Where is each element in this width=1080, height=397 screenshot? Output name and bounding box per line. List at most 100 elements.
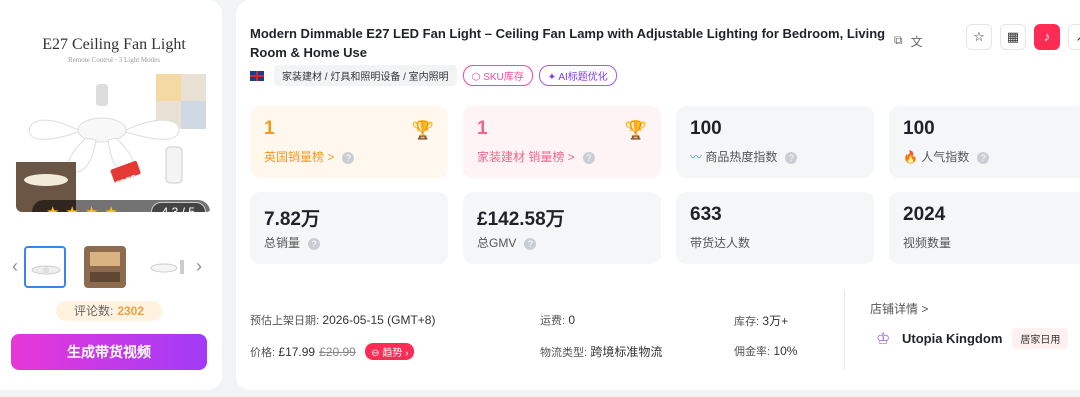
stat-label-row: 〰 商品热度指数? (690, 148, 798, 165)
stat-label-row: 英国销量榜 >? (264, 148, 355, 165)
uk-flag-icon (250, 70, 264, 81)
help-icon[interactable]: ? (977, 151, 990, 164)
stat-uk-sales-rank[interactable]: 1 英国销量榜 >? 🏆 (250, 106, 448, 178)
thumbnail-1[interactable] (24, 246, 66, 288)
stat-label-row: 总销量? (264, 234, 321, 251)
stat-label: 总GMV (477, 236, 517, 250)
stat-label: 商品热度指数 (705, 150, 778, 164)
review-count-label: 评论数: (73, 304, 114, 318)
stat-label: 人气指数 (921, 150, 970, 164)
stock-value: 3万+ (762, 314, 789, 328)
thumbnail-2[interactable] (84, 246, 126, 288)
title-tools: ⧉ 文 (894, 33, 923, 50)
ai-title-label: AI标题优化 (558, 72, 608, 83)
stat-value: 2024 (903, 204, 946, 225)
stat-creators: 633 带货达人数 (676, 192, 874, 264)
translate-icon[interactable]: 文 (911, 33, 923, 50)
rating-score: 4.3 / 5 (150, 202, 206, 212)
stat-total-gmv: £142.58万 总GMV? (463, 192, 661, 264)
stat-category-sales-rank[interactable]: 1 家装建材 销量榜 >? 🏆 (463, 106, 661, 178)
stat-label-row: 家装建材 销量榜 >? (477, 148, 595, 165)
help-icon[interactable]: ? (342, 151, 355, 164)
listing-date-value: 2026-05-15 (GMT+8) (322, 313, 436, 327)
rating-bar: ★★★★ 4.3 / 5 (32, 200, 210, 212)
stat-value: 100 (903, 118, 935, 139)
product-gallery-card: E27 Ceiling Fan Light Remote Control · 3… (0, 0, 222, 390)
stock-key: 库存: (734, 316, 760, 328)
stat-label: 家装建材 销量榜 > (477, 150, 575, 164)
ai-title-tag[interactable]: ✦ AI标题优化 (538, 65, 617, 86)
logistics-key: 物流类型: (540, 347, 588, 359)
product-tags: 家装建材 / 灯具和照明设备 / 室内照明 ⬡ SKU库存 ✦ AI标题优化 (250, 65, 617, 86)
stat-label-row: 总GMV? (477, 234, 537, 251)
chevron-right-icon[interactable]: › (196, 256, 202, 277)
thumbnail-3[interactable] (146, 246, 188, 288)
help-icon[interactable]: ? (582, 151, 595, 164)
review-count-value: 2302 (117, 304, 145, 318)
stat-popularity: 100 🔥 人气指数? (889, 106, 1080, 178)
shipping-key: 运费: (540, 315, 566, 327)
stat-label: 英国销量榜 > (264, 150, 335, 164)
generate-video-button[interactable]: 生成带货视频 (11, 334, 207, 370)
image-subtitle: Remote Control · 3 Light Modes (68, 56, 160, 64)
stat-product-heat: 100 〰 商品热度指数? (676, 106, 874, 178)
rating-stars-icon: ★★★★ (46, 203, 124, 212)
stat-label: 总销量 (264, 236, 301, 250)
chevron-left-icon[interactable]: ‹ (12, 256, 18, 277)
trophy-icon: 🏆 (624, 120, 647, 140)
sku-stock-tag[interactable]: ⬡ SKU库存 (462, 65, 533, 86)
copy-icon[interactable]: ⧉ (894, 33, 903, 50)
stat-value: 1 (477, 118, 488, 139)
trophy-icon: 🏆 (411, 120, 434, 140)
stat-label-row: 🔥 人气指数? (903, 148, 990, 165)
stat-value: 633 (690, 204, 722, 225)
sku-stock-label: SKU库存 (483, 72, 524, 83)
commission-rate: 佣金率: 10% (734, 343, 797, 359)
tiktok-icon[interactable]: ♪ (1034, 24, 1060, 50)
product-detail-card: Modern Dimmable E27 LED Fan Light – Ceil… (236, 0, 1080, 390)
store-details-link[interactable]: 店铺详情 > (870, 300, 928, 317)
divider (844, 290, 845, 370)
price: 价格: £17.99 £20.99 ⊖ 趋势 › (250, 343, 415, 360)
help-icon[interactable]: ? (785, 151, 798, 164)
product-main-image[interactable]: E27 Ceiling Fan Light Remote Control · 3… (16, 12, 212, 212)
price-value: £17.99 (278, 345, 316, 359)
help-icon[interactable]: ? (308, 237, 321, 250)
stock: 库存: 3万+ (734, 312, 788, 329)
listing-date-key: 预估上架日期: (250, 315, 320, 327)
stat-label: 视频数量 (903, 236, 952, 250)
commission-value: 10% (773, 344, 798, 358)
stat-value: 7.82万 (264, 209, 320, 230)
logistics-type: 物流类型: 跨境标准物流 (540, 343, 662, 360)
trend-icon: 〰 (690, 150, 703, 164)
store-info[interactable]: ♔ Utopia Kingdom 居家日用 (876, 328, 1069, 349)
trend-label: 趋势 (382, 348, 403, 359)
store-category-tag: 居家日用 (1012, 328, 1069, 349)
stat-total-sales: 7.82万 总销量? (250, 192, 448, 264)
external-link-icon[interactable]: ↗ (1068, 24, 1080, 50)
original-price: £20.99 (319, 345, 356, 359)
stat-label: 带货达人数 (690, 236, 751, 250)
favorite-star-icon[interactable]: ☆ (966, 24, 992, 50)
free-badge: FREE (115, 173, 139, 189)
stat-value: £142.58万 (477, 209, 565, 230)
store-name: Utopia Kingdom (902, 331, 1003, 346)
image-title: E27 Ceiling Fan Light (42, 36, 186, 53)
stat-value: 100 (690, 118, 722, 139)
stat-value: 1 (264, 118, 275, 139)
price-key: 价格: (250, 347, 276, 359)
shipping-fee: 运费: 0 (540, 312, 575, 328)
logistics-value: 跨境标准物流 (590, 345, 663, 359)
stat-video-count: 2024 视频数量 (889, 192, 1080, 264)
product-title: Modern Dimmable E27 LED Fan Light – Ceil… (250, 26, 886, 60)
review-count: 评论数: 2302 (56, 301, 162, 321)
flame-icon: 🔥 (903, 150, 918, 164)
category-path[interactable]: 家装建材 / 灯具和照明设备 / 室内照明 (274, 65, 457, 86)
shipping-value: 0 (568, 313, 576, 327)
qr-code-icon[interactable]: ▦ (1000, 24, 1026, 50)
commission-key: 佣金率: (734, 346, 771, 358)
trend-button[interactable]: ⊖ 趋势 › (365, 343, 415, 360)
store-logo-icon: ♔ (876, 330, 891, 348)
help-icon[interactable]: ? (524, 237, 537, 250)
listing-date: 预估上架日期: 2026-05-15 (GMT+8) (250, 312, 435, 328)
